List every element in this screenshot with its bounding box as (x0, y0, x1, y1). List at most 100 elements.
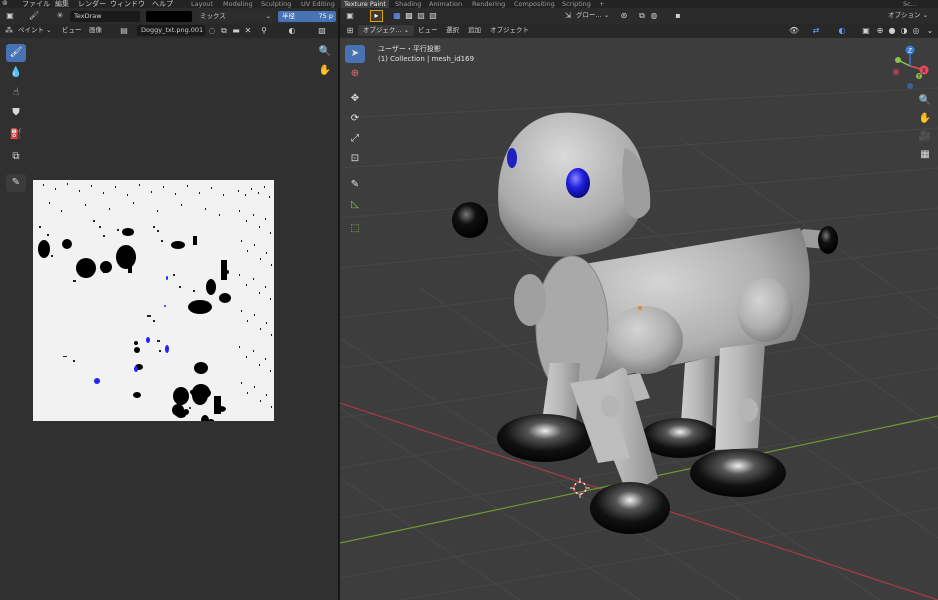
snap-icon[interactable]: ⧉ (636, 10, 648, 21)
proportional-edit-icon[interactable]: ▪ (672, 10, 684, 21)
zoom-icon[interactable]: 🔍 (918, 94, 932, 108)
menu-edit[interactable]: 編集 (55, 0, 69, 8)
annotate-tool-button[interactable]: ✎ (6, 174, 26, 192)
annotate-tool-button[interactable]: ✎ (345, 176, 365, 194)
tab-scripting[interactable]: Scripting (559, 0, 594, 8)
grid-view-icon[interactable]: ▦ (918, 148, 932, 162)
transform-tool-button[interactable]: ⊡ (345, 150, 365, 168)
viewport-header: ⊞ オブジェク... ⌄ ビュー 選択 追加 オブジェクト 👁 ⇄ ◐ ▣ ⊕ … (340, 24, 938, 38)
measure-tool-button[interactable]: ◺ (345, 196, 365, 214)
asterisk-icon[interactable]: ✳ (54, 10, 66, 21)
menu-view[interactable]: ビュー (62, 25, 82, 36)
brush-name-field[interactable]: TexDraw (70, 11, 140, 22)
menu-render[interactable]: レンダー (78, 0, 106, 8)
texture-image[interactable] (33, 180, 274, 421)
image-browse-icon[interactable]: ▤ (118, 25, 130, 36)
gizmo-toggle-icon[interactable]: ⇄ (810, 25, 822, 36)
menu-add[interactable]: 追加 (468, 25, 481, 36)
menu-window[interactable]: ウィンドウ (110, 0, 145, 8)
tab-layout[interactable]: Layout (188, 0, 216, 8)
tab-modeling[interactable]: Modeling (220, 0, 256, 8)
editor-type-icon[interactable]: ▣ (344, 10, 356, 21)
object-mode-label: オブジェク... (362, 26, 402, 34)
snap-toggle-icon[interactable]: ◍ (648, 10, 660, 21)
editor-type-icon[interactable]: ▣ (4, 10, 16, 21)
mode-select[interactable]: ペイント ⌄ (18, 25, 52, 36)
menu-help[interactable]: ヘルプ (152, 0, 173, 8)
bucket-icon: ⛽ (9, 129, 23, 140)
radius-slider[interactable]: 半径 75 p (278, 11, 336, 22)
tab-uv-editing[interactable]: UV Editing (298, 0, 338, 8)
clone-tool-button[interactable]: ⛊ (6, 104, 26, 122)
overlays-icon[interactable]: ◐ (836, 25, 848, 36)
pivot-point-icon[interactable]: ⊛ (618, 10, 630, 21)
zoom-icon[interactable]: 🔍 (318, 45, 332, 59)
shading-rendered-icon[interactable]: ◎ (910, 25, 922, 36)
tab-sculpting[interactable]: Sculpting (258, 0, 294, 8)
select-mode-new-icon[interactable]: ▦ (391, 10, 403, 21)
paint-editor-icon[interactable]: ⁂ (3, 25, 15, 36)
menu-file[interactable]: ファイル (22, 0, 50, 8)
scale-tool-button[interactable]: ⤢ (345, 130, 365, 148)
object-mode-select[interactable]: オブジェク... ⌄ (358, 25, 414, 36)
transform-orientation-select[interactable]: グロー... ⌄ (576, 10, 609, 21)
menu-image[interactable]: 画像 (89, 25, 102, 36)
shading-wireframe-icon[interactable]: ⊕ (874, 25, 886, 36)
blend-mode-select[interactable]: ミックス ⌄ (196, 11, 274, 22)
open-image-icon[interactable]: ▬ (230, 25, 242, 36)
shading-material-icon[interactable]: ◑ (898, 25, 910, 36)
tab-rendering[interactable]: Rendering (469, 0, 508, 8)
shading-solid-icon[interactable]: ● (886, 25, 898, 36)
navigation-gizmo[interactable]: X Z Y (888, 42, 934, 92)
camera-icon[interactable]: 🎥 (918, 130, 932, 144)
menu-view[interactable]: ビュー (418, 25, 438, 36)
select-tool-button[interactable]: ➤ (345, 45, 365, 63)
image-editor-header: ⁂ ペイント ⌄ ビュー 画像 ▤ Doggy_txt.png.001 ◌ ⧉ … (0, 24, 338, 38)
select-mode-invert-icon[interactable]: ▧ (427, 10, 439, 21)
overlay-icon[interactable]: ◐ (286, 25, 298, 36)
tab-texture-paint[interactable]: Texture Paint (341, 0, 389, 8)
select-mode-subtract-icon[interactable]: ▨ (415, 10, 427, 21)
shading-options-icon[interactable]: ⌄ (924, 25, 936, 36)
new-image-icon[interactable]: ⧉ (218, 25, 230, 36)
pin-icon[interactable]: ⚲ (258, 25, 270, 36)
soften-tool-button[interactable]: 💧 (6, 64, 26, 82)
fill-tool-button[interactable]: ⛽ (6, 126, 26, 144)
editor-type-icon[interactable]: ⊞ (344, 25, 356, 36)
mask-tool-button[interactable]: ⧉ (6, 148, 26, 166)
cursor-tool-button[interactable]: ⊕ (345, 65, 365, 83)
brush-icon[interactable]: 🖌 (28, 10, 40, 21)
tab-animation[interactable]: Animation (426, 0, 465, 8)
hand-pan-icon[interactable]: ✋ (318, 64, 332, 78)
color-swatch[interactable] (146, 11, 192, 22)
transform-orientation-icon[interactable]: ⇲ (562, 10, 574, 21)
smear-tool-button[interactable]: ☝ (6, 84, 26, 102)
unlink-icon[interactable]: ✕ (242, 25, 254, 36)
tab-compositing[interactable]: Compositing (511, 0, 558, 8)
image-name-field[interactable]: Doggy_txt.png.001 (137, 25, 205, 36)
add-cube-tool-button[interactable]: ⬚ (345, 220, 365, 238)
menu-object[interactable]: オブジェクト (490, 25, 529, 36)
visibility-icon[interactable]: 👁 (788, 25, 800, 36)
select-box-icon[interactable]: ▸ (370, 10, 383, 22)
display-channels-icon[interactable]: ▧ (316, 25, 328, 36)
xray-icon[interactable]: ▣ (860, 25, 872, 36)
draw-tool-button[interactable]: 🖌 (6, 44, 26, 62)
tab-shading[interactable]: Shading (392, 0, 424, 8)
dog-model[interactable] (452, 112, 838, 534)
3d-viewport[interactable]: ➤ ⊕ ✥ ⟳ ⤢ ⊡ ✎ ◺ ⬚ ユーザー・平行投影 (1) Collecti… (340, 38, 938, 600)
scene-selector[interactable]: Sc... (900, 0, 920, 8)
hand-pan-icon[interactable]: ✋ (918, 112, 932, 126)
blender-logo-icon[interactable]: ⊚ (2, 0, 8, 7)
move-tool-button[interactable]: ✥ (345, 90, 365, 108)
3d-cursor[interactable] (570, 478, 590, 498)
rotate-tool-button[interactable]: ⟳ (345, 110, 365, 128)
fake-user-icon[interactable]: ◌ (206, 25, 218, 36)
menu-select[interactable]: 選択 (446, 25, 459, 36)
image-editor-area[interactable]: 🖌 💧 ☝ ⛊ ⛽ ⧉ ✎ 🔍 ✋ (0, 38, 338, 600)
gizmo-y-handle[interactable] (895, 57, 901, 63)
add-workspace-button[interactable]: + (596, 0, 607, 8)
options-label: オプション (888, 11, 921, 19)
options-dropdown[interactable]: オプション ⌄ (888, 10, 928, 21)
select-mode-extend-icon[interactable]: ▩ (403, 10, 415, 21)
